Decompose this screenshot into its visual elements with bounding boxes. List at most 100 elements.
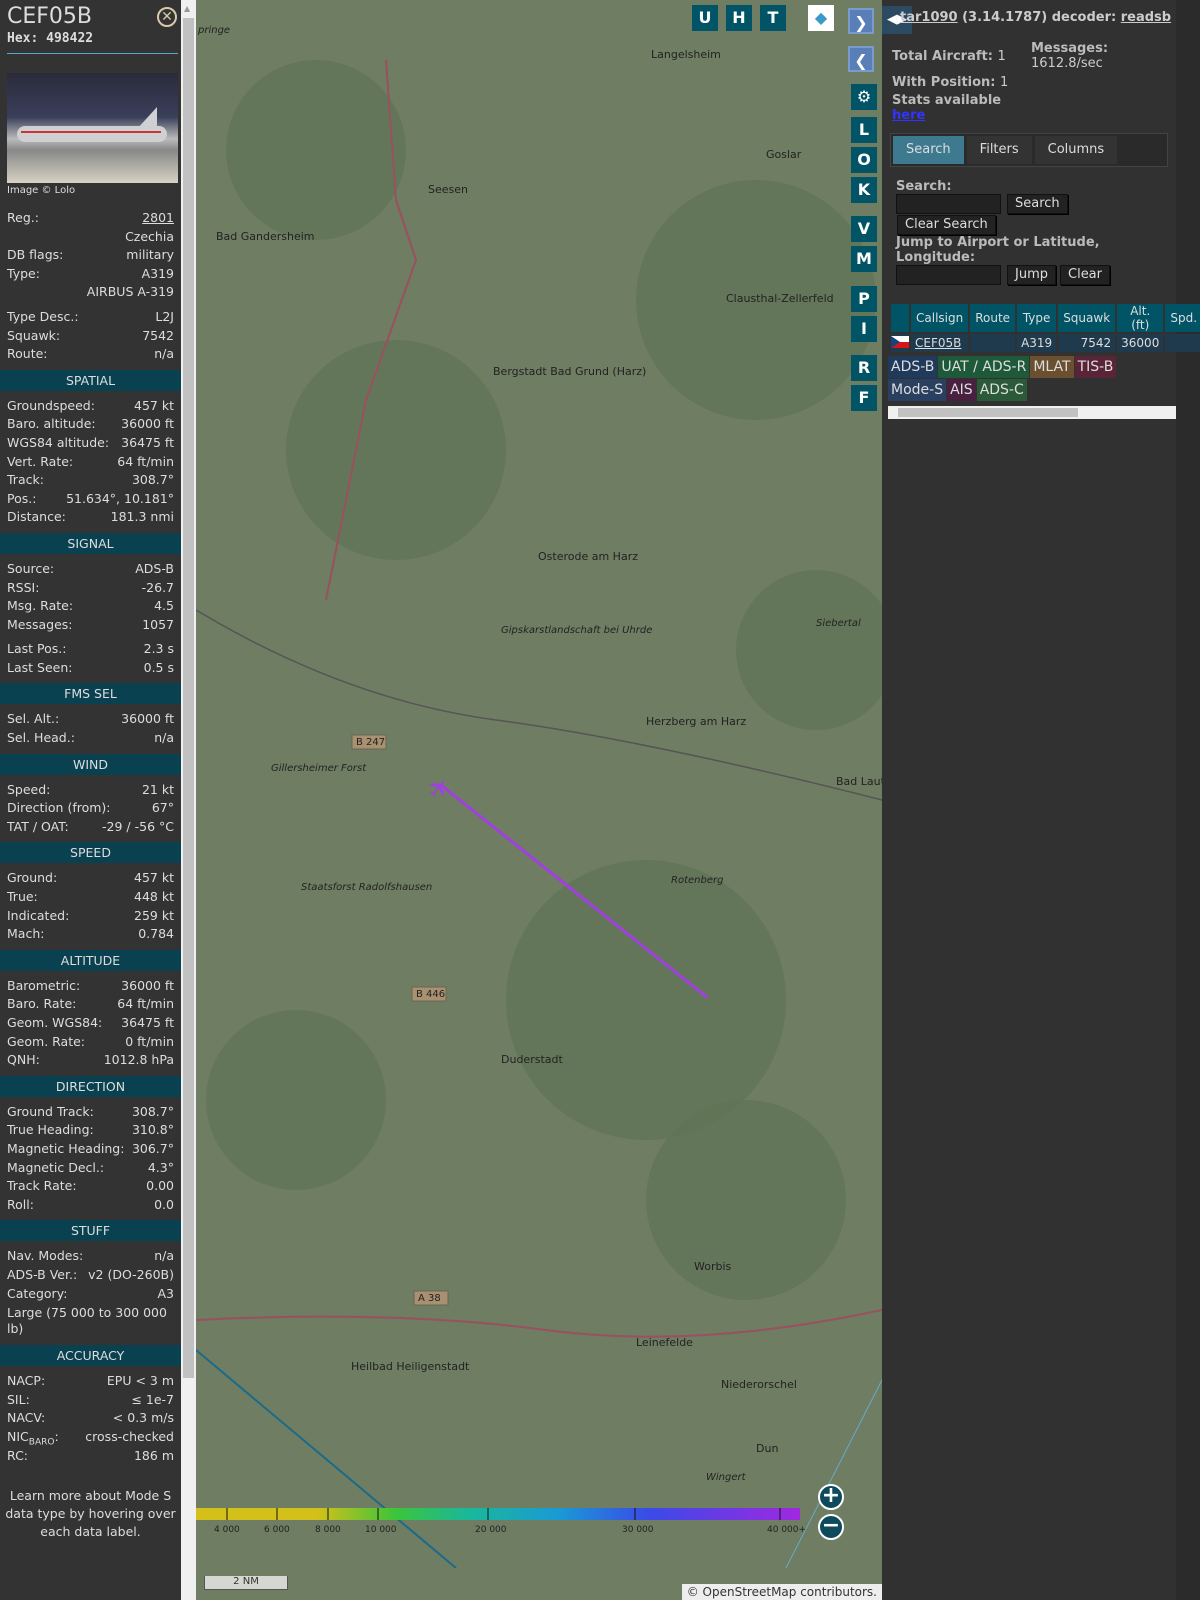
zoom-in-icon[interactable]: + — [818, 1484, 844, 1510]
info-label[interactable]: Sel. Head.: — [7, 729, 75, 748]
col-route[interactable]: Route — [970, 304, 1016, 332]
search-button[interactable]: Search — [1007, 194, 1068, 214]
info-value[interactable]: 2801 — [142, 209, 174, 228]
zoom-out-icon[interactable]: − — [818, 1514, 844, 1540]
map-button-l[interactable]: L — [851, 117, 877, 143]
info-label[interactable]: NACV: — [7, 1409, 45, 1428]
map-button-o[interactable]: O — [851, 147, 877, 173]
tab-columns[interactable]: Columns — [1034, 136, 1118, 164]
jump-button[interactable]: Jump — [1007, 265, 1056, 285]
tab-filters[interactable]: Filters — [966, 136, 1032, 164]
col-squawk[interactable]: Squawk — [1058, 304, 1116, 332]
info-label[interactable]: Ground: — [7, 869, 57, 888]
legend-mlat[interactable]: MLAT — [1030, 356, 1074, 378]
stats-link[interactable]: here — [892, 108, 1001, 123]
legend-ais[interactable]: AIS — [947, 379, 976, 401]
info-label[interactable]: Baro. altitude: — [7, 415, 96, 434]
map-button-h[interactable]: H — [726, 5, 752, 31]
info-label[interactable]: Geom. Rate: — [7, 1033, 85, 1052]
map-button-p[interactable]: P — [851, 286, 877, 312]
map-button-r[interactable]: R — [851, 355, 877, 381]
info-label[interactable]: Track Rate: — [7, 1177, 77, 1196]
info-label[interactable]: RC: — [7, 1447, 28, 1466]
col-alt[interactable]: Alt. (ft) — [1117, 304, 1164, 332]
info-label[interactable]: Type Desc.: — [7, 308, 79, 327]
collapse-left-icon[interactable]: ❮ — [848, 46, 874, 72]
row-callsign[interactable]: CEF05B — [911, 334, 969, 352]
info-label[interactable]: ADS-B Ver.: — [7, 1266, 77, 1285]
left-panel-scrollbar[interactable]: ▲ — [181, 0, 196, 1600]
aircraft-photo[interactable] — [7, 73, 178, 183]
info-label[interactable]: Roll: — [7, 1196, 34, 1215]
map-button-v[interactable]: V — [851, 216, 877, 242]
info-label[interactable]: Magnetic Heading: — [7, 1140, 124, 1159]
legend-uat-ads-r[interactable]: UAT / ADS-R — [938, 356, 1030, 378]
info-label[interactable]: RSSI: — [7, 579, 39, 598]
info-label[interactable]: QNH: — [7, 1051, 40, 1070]
table-row[interactable]: CEF05B A319 7542 36000 — [891, 334, 1200, 352]
info-label[interactable]: Reg.: — [7, 209, 39, 228]
legend-ads-b[interactable]: ADS-B — [888, 356, 938, 378]
map-button-f[interactable]: F — [851, 385, 877, 411]
info-label[interactable]: NICBARO: — [7, 1428, 59, 1448]
map-button-i[interactable]: I — [851, 316, 877, 342]
info-label[interactable]: NACP: — [7, 1372, 45, 1391]
info-label[interactable]: Category: — [7, 1285, 67, 1304]
info-label[interactable]: Messages: — [7, 616, 73, 635]
info-label[interactable]: Groundspeed: — [7, 397, 95, 416]
settings-icon[interactable]: ⚙ — [851, 84, 877, 110]
info-label[interactable]: Nav. Modes: — [7, 1247, 83, 1266]
tab-search[interactable]: Search — [893, 136, 964, 164]
table-scrollbar[interactable] — [888, 406, 1176, 419]
info-label[interactable]: Sel. Alt.: — [7, 710, 59, 729]
info-label[interactable]: Speed: — [7, 781, 50, 800]
col-callsign[interactable]: Callsign — [911, 304, 969, 332]
aircraft-marker-icon[interactable]: ✈ — [421, 771, 458, 807]
info-label[interactable]: Direction (from): — [7, 799, 111, 818]
info-label[interactable]: Distance: — [7, 508, 66, 527]
info-label[interactable]: Baro. Rate: — [7, 995, 76, 1014]
clear-button[interactable]: Clear — [1060, 265, 1110, 285]
info-label[interactable]: Squawk: — [7, 327, 60, 346]
close-icon[interactable]: ✕ — [157, 7, 177, 27]
info-label[interactable]: Indicated: — [7, 907, 69, 926]
info-label[interactable]: Route: — [7, 345, 48, 364]
decoder-link[interactable]: readsb — [1121, 10, 1171, 25]
info-label[interactable]: Vert. Rate: — [7, 453, 73, 472]
info-label[interactable]: Large (75 000 to 300 000 lb) — [7, 1305, 174, 1337]
search-input[interactable] — [896, 194, 1001, 214]
info-label[interactable]: SIL: — [7, 1391, 30, 1410]
info-label[interactable]: Pos.: — [7, 490, 36, 509]
info-label[interactable]: True: — [7, 888, 38, 907]
info-label[interactable]: Last Seen: — [7, 659, 72, 678]
info-label[interactable]: True Heading: — [7, 1121, 94, 1140]
col-type[interactable]: Type — [1017, 304, 1057, 332]
info-label[interactable]: Last Pos.: — [7, 640, 66, 659]
tar1090-link[interactable]: tar1090 — [900, 10, 958, 25]
legend-mode-s[interactable]: Mode-S — [888, 379, 947, 401]
info-label[interactable]: TAT / OAT: — [7, 818, 69, 837]
info-label[interactable]: Msg. Rate: — [7, 597, 73, 616]
legend-tis-b[interactable]: TIS-B — [1074, 356, 1117, 378]
info-label[interactable]: Source: — [7, 560, 54, 579]
map-button-u[interactable]: U — [692, 5, 718, 31]
map-canvas[interactable]: Langelsheim Goslar Seesen Bad Gandersheim Be… — [196, 0, 882, 1568]
map-button-k[interactable]: K — [851, 177, 877, 203]
info-label[interactable]: Barometric: — [7, 977, 80, 996]
info-label[interactable]: Magnetic Decl.: — [7, 1159, 104, 1178]
expand-right-icon[interactable]: ❯ — [848, 8, 874, 34]
map-button-m[interactable]: M — [851, 246, 877, 272]
info-label[interactable]: Type: — [7, 265, 40, 284]
col-speed[interactable]: Spd. — [1165, 304, 1200, 332]
map-button-t[interactable]: T — [760, 5, 786, 31]
info-label[interactable]: Mach: — [7, 925, 44, 944]
attribution[interactable]: © OpenStreetMap contributors. — [681, 1584, 882, 1600]
layers-icon[interactable]: ◆ — [808, 5, 834, 31]
map[interactable]: Langelsheim Goslar Seesen Bad Gandersheim Be… — [196, 0, 882, 1568]
info-label[interactable]: Ground Track: — [7, 1103, 94, 1122]
info-label[interactable]: WGS84 altitude: — [7, 434, 109, 453]
info-label[interactable]: DB flags: — [7, 246, 63, 265]
jump-input[interactable] — [896, 265, 1001, 285]
legend-ads-c[interactable]: ADS-C — [976, 379, 1027, 401]
col-flag[interactable] — [891, 304, 909, 332]
